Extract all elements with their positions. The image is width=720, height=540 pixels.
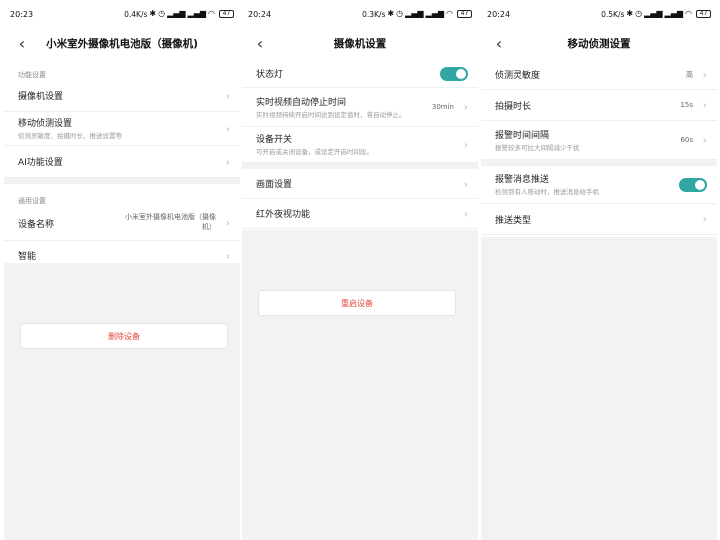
row-label: 推送类型 — [495, 215, 532, 226]
row-device-switch[interactable]: 设备开关 可开启或关闭设备，或设定开启时间段。 › — [242, 127, 478, 163]
status-bar: 20:24 0.5K/s ✱ ◷ ▂▄▆ ▂▄▆ ◠ 47 — [481, 0, 717, 28]
status-bar: 20:24 0.3K/s ✱ ◷ ▂▄▆ ▂▄▆ ◠ 47 — [242, 0, 478, 28]
row-label: AI功能设置 — [18, 158, 63, 168]
nav-bar: ‹ 小米室外摄像机电池版（摄像机) — [4, 28, 240, 58]
chevron-right-icon: › — [225, 249, 230, 262]
alarm-icon: ◷ — [396, 9, 404, 18]
back-chevron-left-icon[interactable]: ‹ — [12, 33, 32, 53]
row-value: 60s — [680, 136, 693, 144]
signal-icon: ▂▄▆ — [664, 9, 684, 18]
chevron-right-icon: › — [702, 98, 707, 112]
row-ai-settings[interactable]: AI功能设置 › — [4, 146, 240, 178]
alarm-push-toggle[interactable] — [679, 177, 707, 192]
row-alarm-push: 报警消息推送 检测到有人移动时，推送消息给手机 — [481, 166, 717, 204]
chevron-right-icon: › — [225, 216, 230, 230]
chevron-right-icon: › — [463, 207, 468, 220]
row-description: 可开启或关闭设备，或设定开启时间段。 — [256, 148, 373, 157]
network-speed: 0.5K/s — [601, 9, 625, 19]
row-label: 红外夜视功能 — [256, 210, 311, 220]
row-label: 报警时间间隔 — [495, 130, 550, 141]
network-speed: 0.3K/s — [362, 9, 386, 19]
chevron-right-icon: › — [225, 89, 230, 102]
row-label: 实时视频自动停止时间 — [256, 97, 347, 108]
battery-icon: 47 — [696, 10, 711, 18]
signal-icon: ▂▄▆ — [187, 9, 207, 18]
signal-icon: ▂▄▆ — [425, 9, 445, 18]
row-label: 移动侦测设置 — [18, 119, 73, 130]
row-description: 报警较多可拉大间隔减少干扰 — [495, 143, 580, 152]
alarm-icon: ◷ — [158, 9, 166, 18]
delete-device-button[interactable]: 删除设备 — [20, 323, 228, 349]
row-label: 设备开关 — [256, 135, 293, 146]
row-status-light: 状态灯 — [242, 60, 478, 88]
row-label: 报警消息推送 — [495, 175, 550, 186]
battery-icon: 47 — [457, 10, 472, 18]
row-image-settings[interactable]: 画面设置 › — [242, 169, 478, 199]
screen-camera-settings: 20:24 0.3K/s ✱ ◷ ▂▄▆ ▂▄▆ ◠ 47 ‹ 摄像机设置 状态… — [242, 0, 478, 540]
row-label: 摄像机设置 — [18, 92, 64, 102]
nav-bar: ‹ 摄像机设置 — [242, 28, 478, 58]
wifi-icon: ◠ — [685, 9, 692, 18]
row-description: 侦测灵敏度、拍摄时长、推送设置等 — [18, 132, 122, 141]
section-header: 通用设置 — [4, 184, 240, 206]
row-description: 检测到有人移动时，推送消息给手机 — [495, 188, 599, 197]
chevron-right-icon: › — [463, 100, 468, 114]
wifi-icon: ◠ — [446, 9, 453, 18]
row-label: 侦测灵敏度 — [495, 71, 541, 81]
row-night-vision[interactable]: 红外夜视功能 › — [242, 199, 478, 229]
back-chevron-left-icon[interactable]: ‹ — [489, 33, 509, 53]
signal-icon: ▂▄▆ — [644, 9, 663, 18]
row-push-type[interactable]: 推送类型 › — [481, 204, 717, 235]
row-value: 30min — [431, 103, 454, 111]
status-light-toggle[interactable] — [440, 66, 468, 81]
row-label: 智能 — [18, 252, 37, 262]
battery-icon: 47 — [219, 10, 234, 18]
bluetooth-icon: ✱ — [149, 9, 157, 18]
wifi-icon: ◠ — [208, 9, 215, 18]
chevron-right-icon: › — [225, 122, 230, 135]
signal-icon: ▂▄▆ — [167, 9, 186, 18]
row-label: 拍摄时长 — [495, 101, 532, 112]
page-title: 小米室外摄像机电池版（摄像机) — [46, 37, 198, 50]
back-chevron-left-icon[interactable]: ‹ — [250, 33, 270, 53]
screen-motion-detection: 20:24 0.5K/s ✱ ◷ ▂▄▆ ▂▄▆ ◠ 47 ‹ 移动侦测设置 侦… — [481, 0, 717, 540]
page-title: 摄像机设置 — [333, 37, 387, 50]
chevron-right-icon: › — [702, 212, 707, 226]
row-description: 实时视频持续开启时间达到设定值时，将自动停止。 — [256, 110, 406, 119]
row-value: 15s — [680, 101, 693, 109]
row-device-name[interactable]: 设备名称 小米室外摄像机电池版（摄像机） › — [4, 206, 240, 241]
restart-device-button[interactable]: 重启设备 — [258, 290, 456, 316]
row-label: 状态灯 — [256, 70, 284, 80]
row-motion-detection[interactable]: 移动侦测设置 侦测灵敏度、拍摄时长、推送设置等 › — [4, 112, 240, 146]
section-header: 功能设置 — [18, 71, 46, 79]
device-name-value: 小米室外摄像机电池版（摄像机） — [125, 213, 216, 231]
row-label: 画面设置 — [256, 180, 293, 190]
page-title: 移动侦测设置 — [567, 37, 631, 50]
status-time: 20:23 — [10, 9, 34, 19]
bluetooth-icon: ✱ — [387, 9, 395, 18]
chevron-right-icon: › — [702, 68, 707, 81]
nav-bar: ‹ 移动侦测设置 — [481, 28, 717, 58]
row-auto-stop-time[interactable]: 实时视频自动停止时间 实时视频持续开启时间达到设定值时，将自动停止。 30min… — [242, 88, 478, 127]
status-time: 20:24 — [248, 9, 272, 19]
alarm-icon: ◷ — [635, 9, 643, 18]
status-time: 20:24 — [487, 9, 511, 19]
row-sensitivity[interactable]: 侦测灵敏度 高 › — [481, 60, 717, 90]
row-value: 高 — [686, 70, 693, 79]
bluetooth-icon: ✱ — [626, 9, 634, 18]
status-bar: 20:23 0.4K/s ✱ ◷ ▂▄▆ ▂▄▆ ◠ 47 — [4, 0, 240, 28]
gray-background: 删除设备 — [4, 263, 240, 540]
network-speed: 0.4K/s — [124, 9, 148, 19]
chevron-right-icon: › — [702, 133, 707, 147]
chevron-right-icon: › — [463, 138, 468, 151]
row-record-duration[interactable]: 拍摄时长 15s › — [481, 90, 717, 121]
gray-background: 重启设备 — [242, 230, 478, 540]
row-camera-settings[interactable]: 摄像机设置 › — [4, 80, 240, 112]
signal-icon: ▂▄▆ — [405, 9, 424, 18]
chevron-right-icon: › — [225, 155, 230, 168]
chevron-right-icon: › — [463, 177, 468, 190]
row-alarm-interval[interactable]: 报警时间间隔 报警较多可拉大间隔减少干扰 60s › — [481, 121, 717, 160]
screen-device-settings: 20:23 0.4K/s ✱ ◷ ▂▄▆ ▂▄▆ ◠ 47 ‹ 小米室外摄像机电… — [4, 0, 240, 540]
gray-background — [481, 237, 717, 540]
